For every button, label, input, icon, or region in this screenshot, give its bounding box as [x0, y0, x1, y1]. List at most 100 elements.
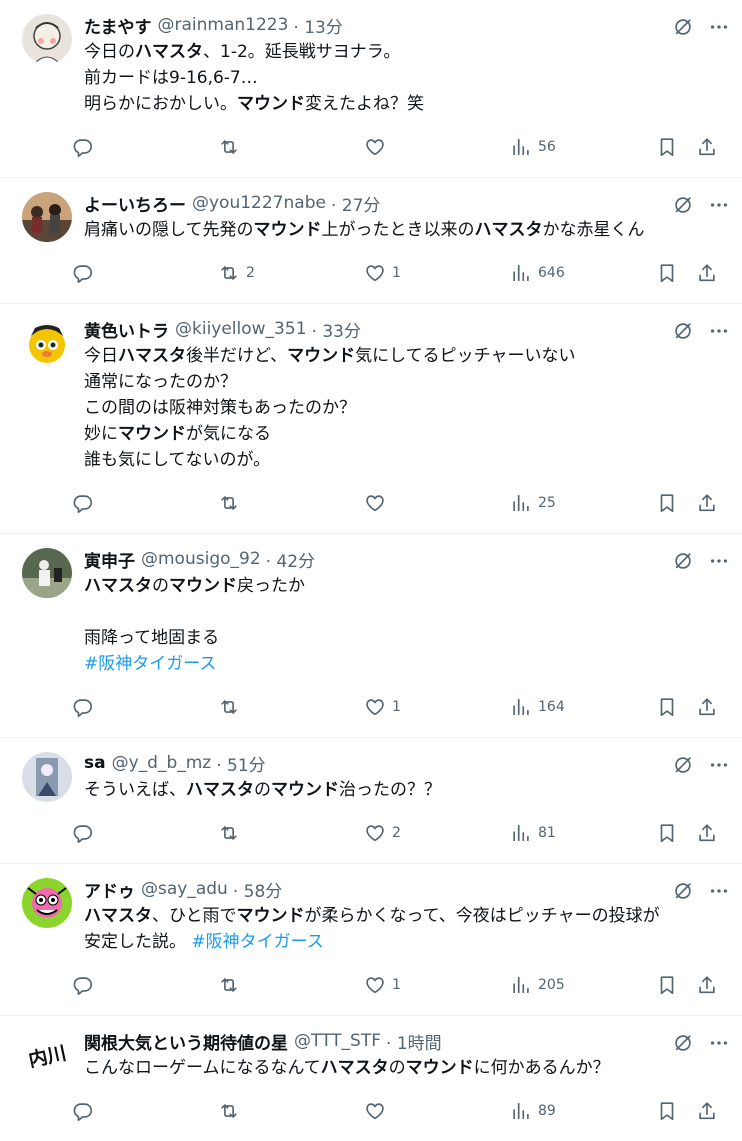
share-button[interactable]: [696, 492, 718, 514]
display-name[interactable]: sa: [84, 753, 106, 773]
share-button[interactable]: [696, 974, 718, 996]
bookmark-button[interactable]: [656, 136, 678, 158]
retweet-button[interactable]: [218, 822, 246, 844]
like-button[interactable]: 1: [364, 696, 401, 718]
share-button[interactable]: [696, 1100, 718, 1122]
display-name[interactable]: 黄色いトラ: [84, 317, 169, 342]
more-options-button[interactable]: [708, 194, 730, 216]
bookmark-button[interactable]: [656, 822, 678, 844]
more-options-button[interactable]: [708, 754, 730, 776]
user-handle[interactable]: @rainman1223: [158, 15, 289, 35]
views-button[interactable]: 205: [510, 974, 565, 996]
more-options-button[interactable]: [708, 550, 730, 572]
avatar[interactable]: [22, 752, 72, 802]
views-button[interactable]: 56: [510, 136, 556, 158]
timestamp[interactable]: · 42分: [266, 547, 315, 572]
views-button[interactable]: 81: [510, 822, 556, 844]
view-count: 89: [538, 1103, 556, 1119]
bookmark-button[interactable]: [656, 1100, 678, 1122]
avatar[interactable]: [22, 14, 72, 64]
text-segment: 、ひと雨で: [152, 906, 237, 926]
reply-button[interactable]: [72, 974, 100, 996]
grok-button[interactable]: [672, 754, 694, 776]
timestamp[interactable]: · 1時間: [386, 1029, 442, 1054]
bookmark-button[interactable]: [656, 696, 678, 718]
tweet[interactable]: よーいちろー @you1227nabe · 27分 肩痛いの隠して先発のマウンド上がっ…: [0, 178, 742, 304]
reply-button[interactable]: [72, 262, 100, 284]
like-button[interactable]: 1: [364, 974, 401, 996]
like-button[interactable]: [364, 492, 392, 514]
grok-button[interactable]: [672, 1032, 694, 1054]
user-handle[interactable]: @TTT_STF: [294, 1031, 381, 1051]
retweet-button[interactable]: [218, 696, 246, 718]
retweet-button[interactable]: [218, 974, 246, 996]
views-button[interactable]: 646: [510, 262, 565, 284]
tweet-body: 寅申子 @mousigo_92 · 42分 ハマスタのマウンド戻ったか 雨降って地固まる…: [73, 546, 726, 737]
user-handle[interactable]: @say_adu: [141, 879, 228, 899]
reply-button[interactable]: [72, 822, 100, 844]
timestamp[interactable]: · 13分: [293, 13, 342, 38]
share-button[interactable]: [696, 136, 718, 158]
grok-button[interactable]: [672, 16, 694, 38]
views-button[interactable]: 164: [510, 696, 565, 718]
avatar[interactable]: 内川: [22, 1030, 72, 1080]
share-button[interactable]: [696, 262, 718, 284]
views-button[interactable]: 25: [510, 492, 556, 514]
user-handle[interactable]: @you1227nabe: [192, 193, 326, 213]
tweet[interactable]: 内川 関根大気という期待値の星 @TTT_STF · 1時間 こんなローゲームになるなん…: [0, 1016, 742, 1141]
retweet-button[interactable]: [218, 492, 246, 514]
display-name[interactable]: 関根大気という期待値の星: [84, 1029, 288, 1054]
share-button[interactable]: [696, 822, 718, 844]
avatar[interactable]: [22, 548, 72, 598]
like-count: 1: [392, 265, 401, 281]
user-handle[interactable]: @y_d_b_mz: [112, 753, 212, 773]
more-options-button[interactable]: [708, 16, 730, 38]
hashtag-link[interactable]: #阪神タイガース: [191, 932, 323, 952]
bookmark-button[interactable]: [656, 492, 678, 514]
like-button[interactable]: 2: [364, 822, 401, 844]
like-button[interactable]: [364, 136, 392, 158]
display-name[interactable]: アドゥ: [84, 877, 135, 902]
reply-button[interactable]: [72, 696, 100, 718]
avatar[interactable]: [22, 878, 72, 928]
grok-button[interactable]: [672, 880, 694, 902]
user-handle[interactable]: @kiiyellow_351: [175, 319, 307, 339]
grok-button[interactable]: [672, 550, 694, 572]
tweet[interactable]: 寅申子 @mousigo_92 · 42分 ハマスタのマウンド戻ったか 雨降って地固まる…: [0, 534, 742, 738]
user-handle[interactable]: @mousigo_92: [141, 549, 261, 569]
tweet[interactable]: 黄色いトラ @kiiyellow_351 · 33分 今日ハマスタ後半だけど、マウンド…: [0, 304, 742, 534]
display-name[interactable]: たまやす: [84, 13, 152, 38]
avatar[interactable]: [22, 318, 72, 368]
retweet-button[interactable]: [218, 136, 246, 158]
hashtag-link[interactable]: #阪神タイガース: [84, 654, 216, 674]
reply-button[interactable]: [72, 1100, 100, 1122]
display-name[interactable]: よーいちろー: [84, 191, 186, 216]
bookmark-button[interactable]: [656, 262, 678, 284]
reply-button[interactable]: [72, 136, 100, 158]
timestamp[interactable]: · 51分: [216, 751, 265, 776]
grok-button[interactable]: [672, 320, 694, 342]
tweet[interactable]: たまやす @rainman1223 · 13分 今日のハマスタ、1-2。延長戦サヨナラ…: [0, 0, 742, 178]
timestamp[interactable]: · 58分: [233, 877, 282, 902]
tweet[interactable]: アドゥ @say_adu · 58分 ハマスタ、ひと雨でマウンドが柔らかくなって、今夜…: [0, 864, 742, 1016]
like-button[interactable]: 1: [364, 262, 401, 284]
retweet-button[interactable]: [218, 1100, 246, 1122]
more-options-button[interactable]: [708, 1032, 730, 1054]
timestamp[interactable]: · 27分: [331, 191, 380, 216]
grok-icon: [675, 197, 691, 213]
grok-button[interactable]: [672, 194, 694, 216]
avatar[interactable]: [22, 192, 72, 242]
tweet[interactable]: sa @y_d_b_mz · 51分 そういえば、ハマスタのマウンド治ったの？？ 2 81: [0, 738, 742, 864]
bookmark-button[interactable]: [656, 974, 678, 996]
more-options-button[interactable]: [708, 880, 730, 902]
retweet-icon: [218, 822, 240, 844]
like-count: 2: [392, 825, 401, 841]
views-button[interactable]: 89: [510, 1100, 556, 1122]
more-options-button[interactable]: [708, 320, 730, 342]
share-button[interactable]: [696, 696, 718, 718]
retweet-button[interactable]: 2: [218, 262, 255, 284]
display-name[interactable]: 寅申子: [84, 547, 135, 572]
reply-button[interactable]: [72, 492, 100, 514]
timestamp[interactable]: · 33分: [312, 317, 361, 342]
like-button[interactable]: [364, 1100, 392, 1122]
